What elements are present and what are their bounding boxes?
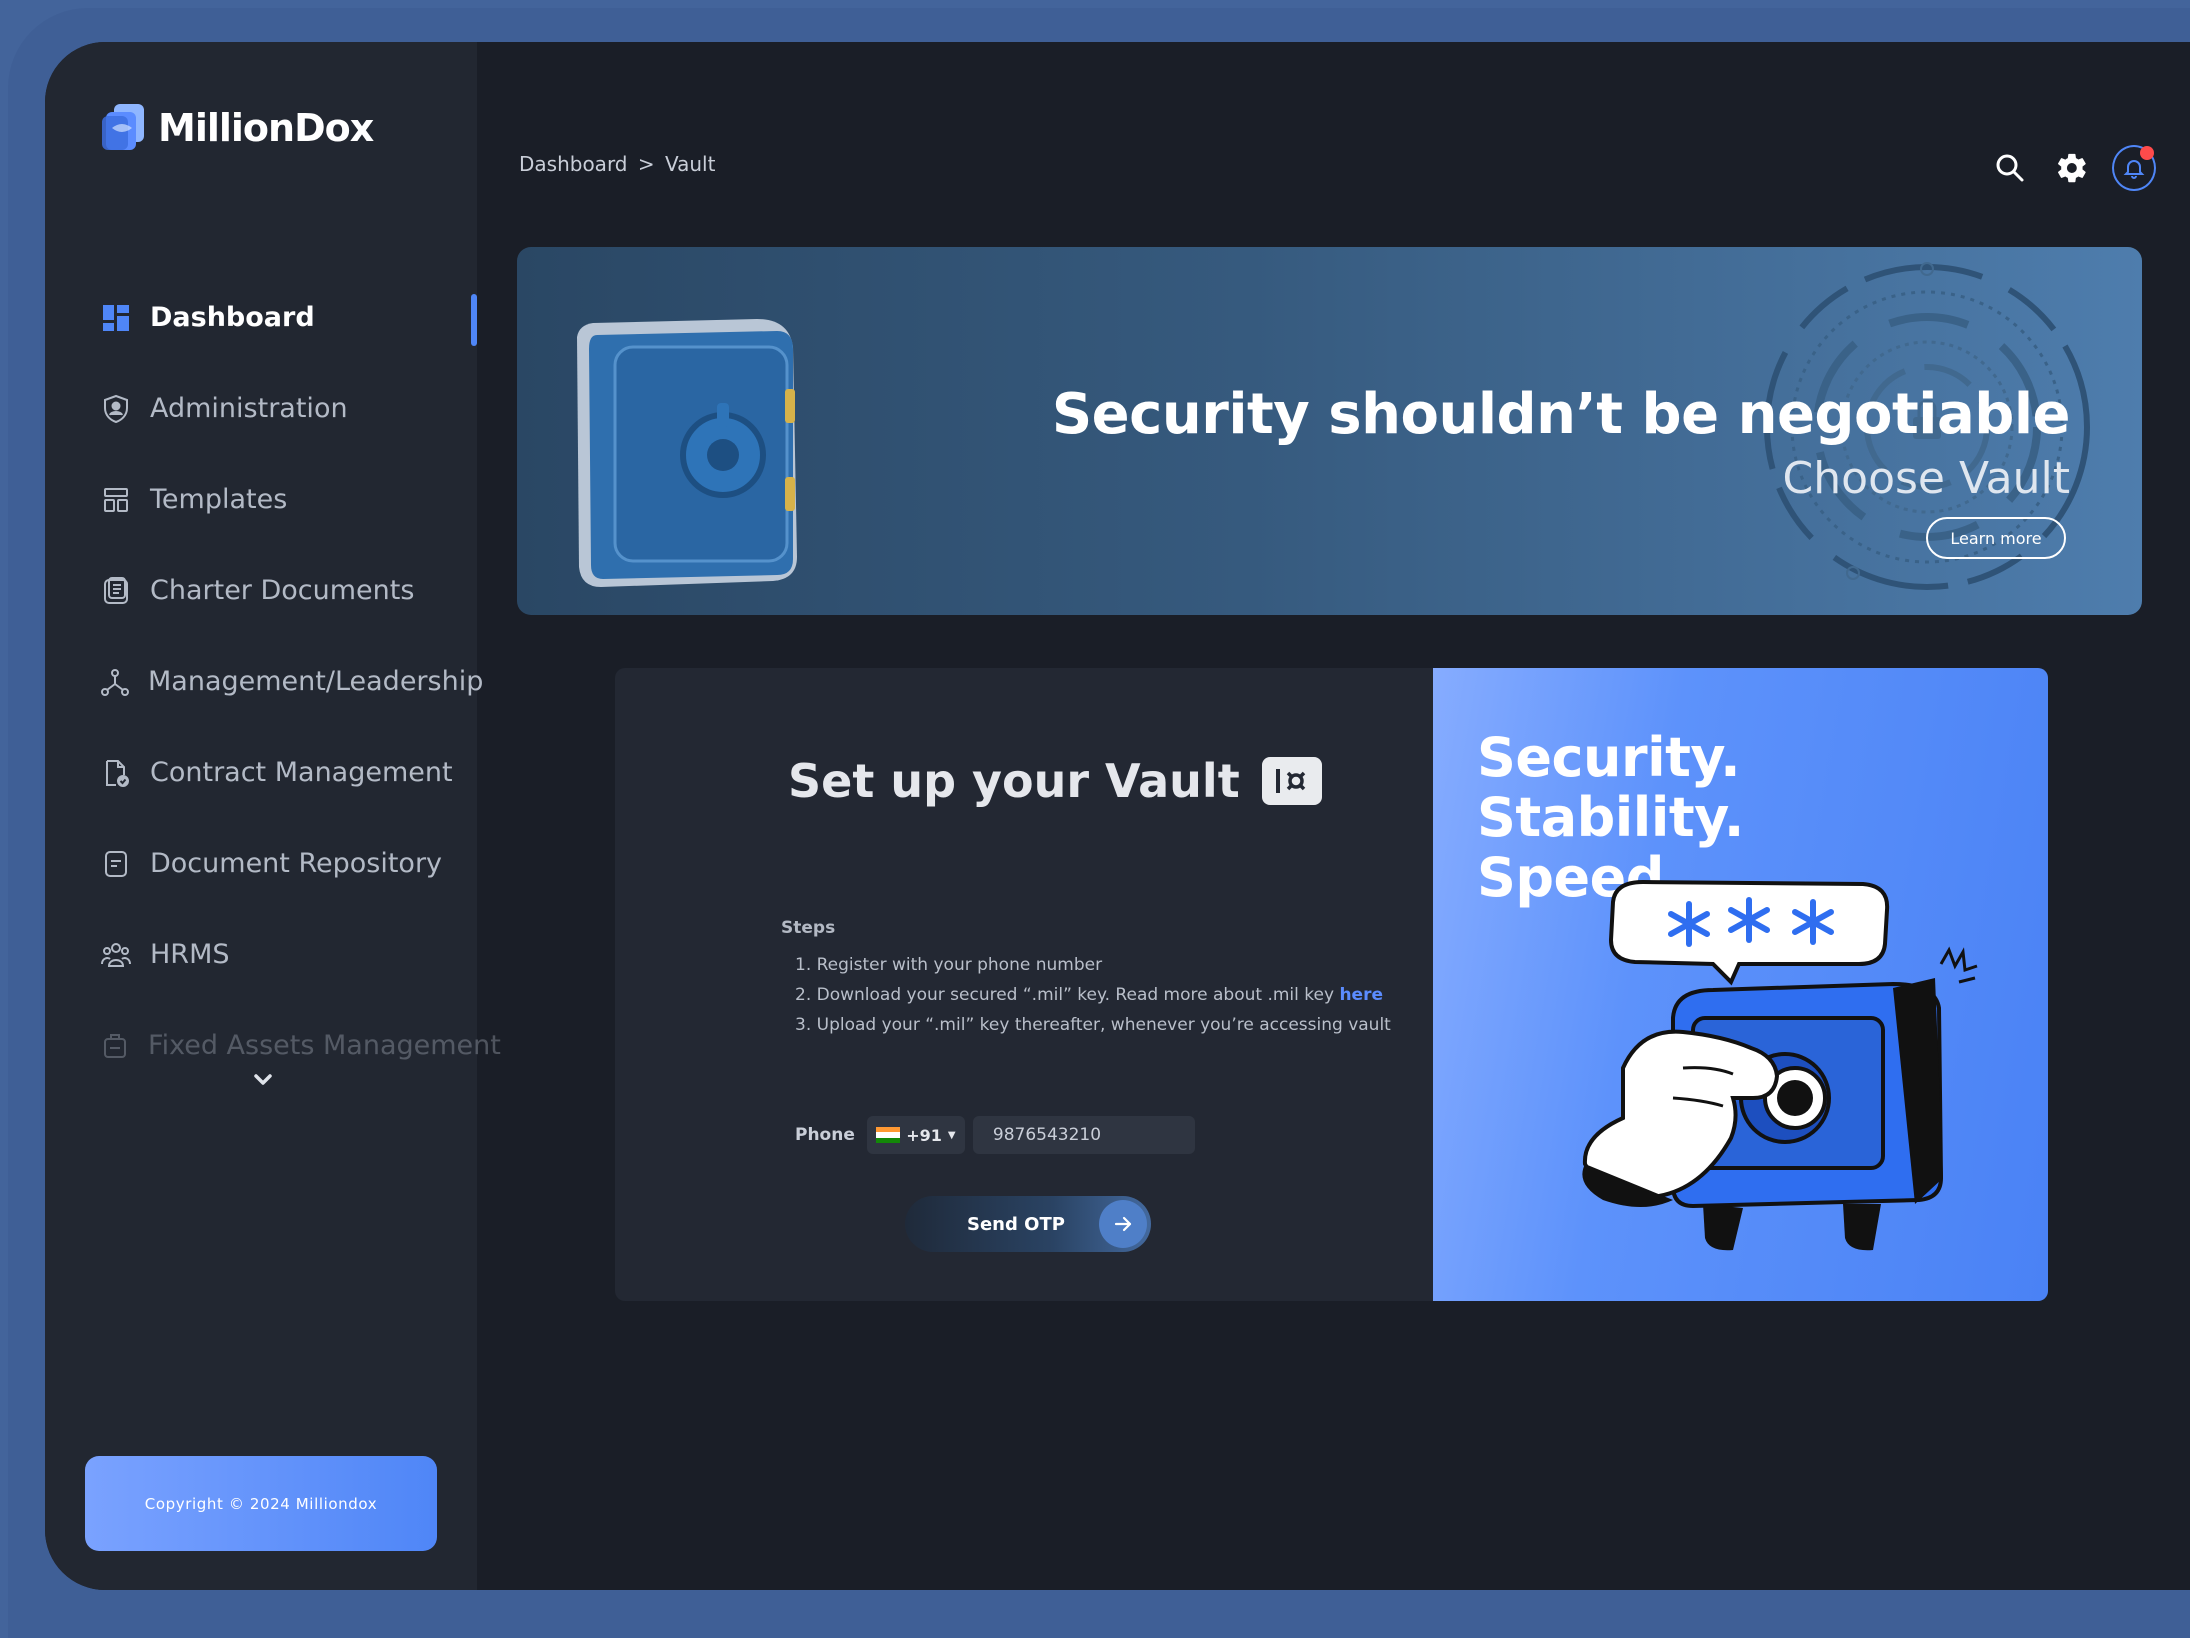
sidebar-item-management-leadership[interactable]: Management/Leadership	[45, 636, 483, 727]
step-item: 1. Register with your phone number	[795, 950, 1391, 980]
sidebar-item-label: Administration	[150, 393, 348, 424]
phone-row: Phone +91 ▼	[795, 1116, 1195, 1154]
sidebar-item-label: Dashboard	[150, 302, 315, 333]
promo-panel: Security. Stability. Speed.	[1433, 668, 2048, 1301]
vault-setup-form: Set up your Vault Steps 1. Register with…	[615, 668, 1433, 1301]
phone-label: Phone	[795, 1125, 855, 1145]
logo-icon	[100, 102, 150, 154]
safe-illustration-icon	[577, 319, 797, 587]
sidebar-item-label: Fixed Assets Management	[148, 1030, 501, 1061]
layout-icon	[100, 484, 132, 516]
phone-input[interactable]	[972, 1116, 1195, 1154]
send-otp-label: Send OTP	[967, 1213, 1065, 1235]
document-check-icon	[100, 757, 132, 789]
sidebar-item-contract-management[interactable]: Contract Management	[45, 727, 477, 818]
sidebar-item-hrms[interactable]: HRMS	[45, 909, 477, 1000]
caret-down-icon: ▼	[947, 1129, 956, 1141]
sidebar-item-label: Contract Management	[150, 757, 453, 788]
document-icon	[100, 848, 132, 880]
steps-list: 1. Register with your phone number 2. Do…	[795, 950, 1391, 1040]
app-name: MillionDox	[158, 106, 374, 150]
breadcrumb-separator: >	[637, 152, 655, 176]
search-icon[interactable]	[1988, 146, 2032, 190]
sidebar: MillionDox Dashboard Administration Temp…	[45, 42, 501, 1590]
header-actions	[1970, 145, 2156, 191]
shield-user-icon	[100, 393, 132, 425]
breadcrumb-root[interactable]: Dashboard	[519, 152, 628, 176]
step-text: 3. Upload your “.mil” key thereafter, wh…	[795, 1015, 1391, 1035]
step-text: 1. Register with your phone number	[795, 955, 1103, 975]
sidebar-item-templates[interactable]: Templates	[45, 454, 477, 545]
app-window: MillionDox Dashboard Administration Temp…	[45, 42, 2190, 1590]
promo-line: Stability.	[1477, 786, 1744, 849]
sidebar-item-dashboard[interactable]: Dashboard	[45, 272, 477, 363]
gear-icon[interactable]	[2050, 146, 2094, 190]
step-item: 2. Download your secured “.mil” key. Rea…	[795, 980, 1391, 1010]
country-code-select[interactable]: +91 ▼	[866, 1116, 965, 1154]
step-text: 2. Download your secured “.mil” key. Rea…	[795, 985, 1340, 1005]
vault-banner: Security shouldn’t be negotiable Choose …	[517, 247, 2142, 615]
sidebar-item-document-repository[interactable]: Document Repository	[45, 818, 477, 909]
sidebar-item-administration[interactable]: Administration	[45, 363, 477, 454]
sidebar-item-label: Charter Documents	[150, 575, 415, 606]
logo[interactable]: MillionDox	[100, 102, 374, 154]
document-stack-icon	[100, 575, 132, 607]
send-otp-button[interactable]: Send OTP	[905, 1196, 1151, 1252]
copyright-badge: Copyright © 2024 Milliondox	[85, 1456, 437, 1551]
notification-button[interactable]	[2112, 145, 2156, 191]
step-item: 3. Upload your “.mil” key thereafter, wh…	[795, 1010, 1391, 1040]
sidebar-item-label: HRMS	[150, 939, 230, 970]
breadcrumb-current: Vault	[665, 152, 716, 176]
notification-dot	[2140, 146, 2154, 160]
promo-line: Security.	[1477, 726, 1741, 789]
sidebar-item-charter-documents[interactable]: Charter Documents	[45, 545, 477, 636]
asset-icon	[100, 1030, 130, 1062]
country-code-value: +91	[906, 1125, 942, 1145]
learn-more-button[interactable]: Learn more	[1926, 517, 2066, 559]
steps-heading: Steps	[781, 918, 836, 938]
banner-subtitle: Choose Vault	[1782, 453, 2070, 504]
vault-setup-title: Set up your Vault	[788, 754, 1322, 808]
india-flag-icon	[876, 1127, 901, 1143]
hierarchy-icon	[100, 666, 130, 698]
sidebar-nav: Dashboard Administration Templates Chart…	[45, 272, 501, 1091]
safe-password-illustration-icon	[1582, 879, 1978, 1251]
sidebar-item-label: Management/Leadership	[148, 666, 484, 697]
breadcrumb: Dashboard > Vault	[517, 152, 717, 176]
chevron-down-icon[interactable]	[245, 1062, 281, 1098]
banner-title: Security shouldn’t be negotiable	[1051, 382, 2071, 447]
sidebar-item-label: Templates	[150, 484, 288, 515]
vault-icon	[1261, 757, 1322, 805]
vault-setup-card: Set up your Vault Steps 1. Register with…	[615, 668, 2048, 1301]
arrow-right-icon	[1099, 1200, 1147, 1248]
grid-icon	[100, 302, 132, 334]
people-icon	[100, 939, 132, 971]
mil-key-link[interactable]: here	[1339, 985, 1383, 1005]
sidebar-item-label: Document Repository	[150, 848, 443, 879]
vault-setup-title-text: Set up your Vault	[788, 754, 1240, 808]
